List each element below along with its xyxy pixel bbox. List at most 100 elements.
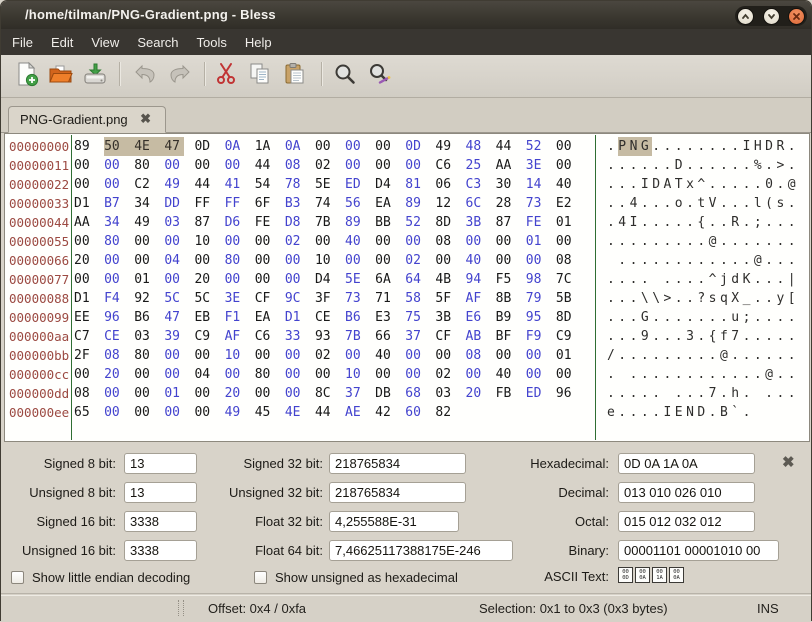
ascii-char[interactable] [607,251,618,270]
hex-byte[interactable]: 00 [405,346,435,365]
ascii-char[interactable]: . [652,308,663,327]
hex-byte[interactable]: 71 [375,289,405,308]
ascii-char[interactable]: 4 [618,213,629,232]
save-button[interactable] [82,61,108,87]
ascii-char[interactable]: . [765,213,776,232]
ascii-char[interactable]: . [788,346,799,365]
ascii-char[interactable]: . [743,156,754,175]
hex-byte[interactable]: 00 [134,403,164,422]
hex-byte[interactable]: 52 [526,137,556,156]
hex-byte[interactable]: D4 [315,270,345,289]
ascii-char[interactable]: . [652,365,663,384]
hex-byte[interactable]: 00 [164,346,194,365]
hex-byte[interactable]: 81 [405,175,435,194]
field-signed-32bit[interactable]: 218765834 [329,453,466,474]
hex-byte[interactable]: 00 [285,346,315,365]
ascii-char[interactable]: . [686,251,697,270]
ascii-char[interactable]: . [776,232,787,251]
ascii-char[interactable]: . [731,137,742,156]
ascii-char[interactable]: . [618,384,629,403]
checkbox-unsigned-hex[interactable] [254,571,267,584]
ascii-char[interactable]: . [697,346,708,365]
hex-byte[interactable]: C7 [74,327,104,346]
ascii-char[interactable]: H [754,137,765,156]
ascii-char[interactable]: . [663,327,674,346]
ascii-char[interactable]: . [652,232,663,251]
hex-byte[interactable]: 6F [255,194,285,213]
hex-byte[interactable]: 96 [556,384,586,403]
hex-byte[interactable]: 34 [134,194,164,213]
ascii-char[interactable]: 3 [686,327,697,346]
ascii-char[interactable]: . [709,346,720,365]
ascii-char[interactable]: . [675,270,686,289]
hex-byte[interactable]: 00 [255,384,285,403]
ascii-char[interactable] [663,384,674,403]
ascii-char[interactable]: . [641,232,652,251]
ascii-char[interactable]: . [675,365,686,384]
hex-byte[interactable]: 49 [225,403,255,422]
hex-byte[interactable]: 20 [104,365,134,384]
hex-byte[interactable]: 00 [345,156,375,175]
ascii-char[interactable]: . [754,270,765,289]
hex-byte[interactable]: C6 [255,327,285,346]
hex-byte[interactable]: 10 [194,232,224,251]
ascii-char[interactable]: > [776,156,787,175]
hex-byte[interactable]: 95 [526,308,556,327]
ascii-char[interactable]: . [720,213,731,232]
ascii-char[interactable]: D [652,175,663,194]
checkbox-little-endian[interactable] [11,571,24,584]
hex-byte[interactable]: 7B [345,327,375,346]
hex-byte[interactable]: EA [255,308,285,327]
ascii-char[interactable]: . [720,194,731,213]
ascii-char[interactable]: . [709,403,720,422]
ascii-char[interactable]: . [607,270,618,289]
ascii-char[interactable]: . [776,327,787,346]
hex-byte[interactable]: 04 [164,251,194,270]
ascii-char[interactable]: . [754,327,765,346]
hex-byte[interactable]: 9C [285,289,315,308]
menu-tools[interactable]: Tools [188,31,236,54]
ascii-char[interactable]: . [776,308,787,327]
hex-byte[interactable]: B9 [496,308,526,327]
hex-byte[interactable]: 00 [405,156,435,175]
ascii-char[interactable]: . [663,365,674,384]
ascii-char[interactable]: . [709,308,720,327]
hex-byte[interactable]: 00 [194,384,224,403]
hex-byte[interactable]: 04 [194,365,224,384]
menu-edit[interactable]: Edit [42,31,82,54]
ascii-char[interactable]: B [720,403,731,422]
hex-byte[interactable]: 66 [375,327,405,346]
ascii-char[interactable]: . [788,365,799,384]
hex-byte[interactable]: 00 [405,365,435,384]
ascii-char[interactable]: . [630,156,641,175]
hex-byte[interactable]: 00 [375,251,405,270]
hex-byte[interactable]: 49 [134,213,164,232]
hex-byte[interactable]: AA [74,213,104,232]
ascii-char[interactable]: . [663,137,674,156]
hex-byte[interactable]: 00 [164,403,194,422]
hex-byte[interactable]: 08 [556,251,586,270]
ascii-char[interactable]: . [641,365,652,384]
find-button[interactable] [332,61,358,87]
hex-byte[interactable]: CF [255,289,285,308]
hex-byte[interactable]: 0D [194,137,224,156]
hex-byte[interactable]: ED [345,175,375,194]
hex-byte[interactable]: 00 [134,251,164,270]
hex-byte[interactable]: 00 [104,156,134,175]
hex-byte[interactable]: 02 [435,365,465,384]
ascii-char[interactable]: > [663,289,674,308]
ascii-char[interactable]: . [675,213,686,232]
ascii-char[interactable]: . [709,156,720,175]
ascii-char[interactable]: . [607,327,618,346]
ascii-char[interactable]: . [754,346,765,365]
ascii-char[interactable]: . [765,270,776,289]
ascii-char[interactable]: . [743,232,754,251]
hex-byte[interactable]: 1A [255,137,285,156]
hex-byte[interactable]: 08 [285,156,315,175]
hex-byte[interactable]: 92 [134,289,164,308]
ascii-char[interactable]: G [641,308,652,327]
field-float-64bit[interactable]: 7,46625117388175E-246 [329,540,513,561]
hex-byte[interactable]: 4E [134,137,164,156]
hex-byte[interactable]: 50 [104,137,134,156]
ascii-char[interactable]: . [754,365,765,384]
